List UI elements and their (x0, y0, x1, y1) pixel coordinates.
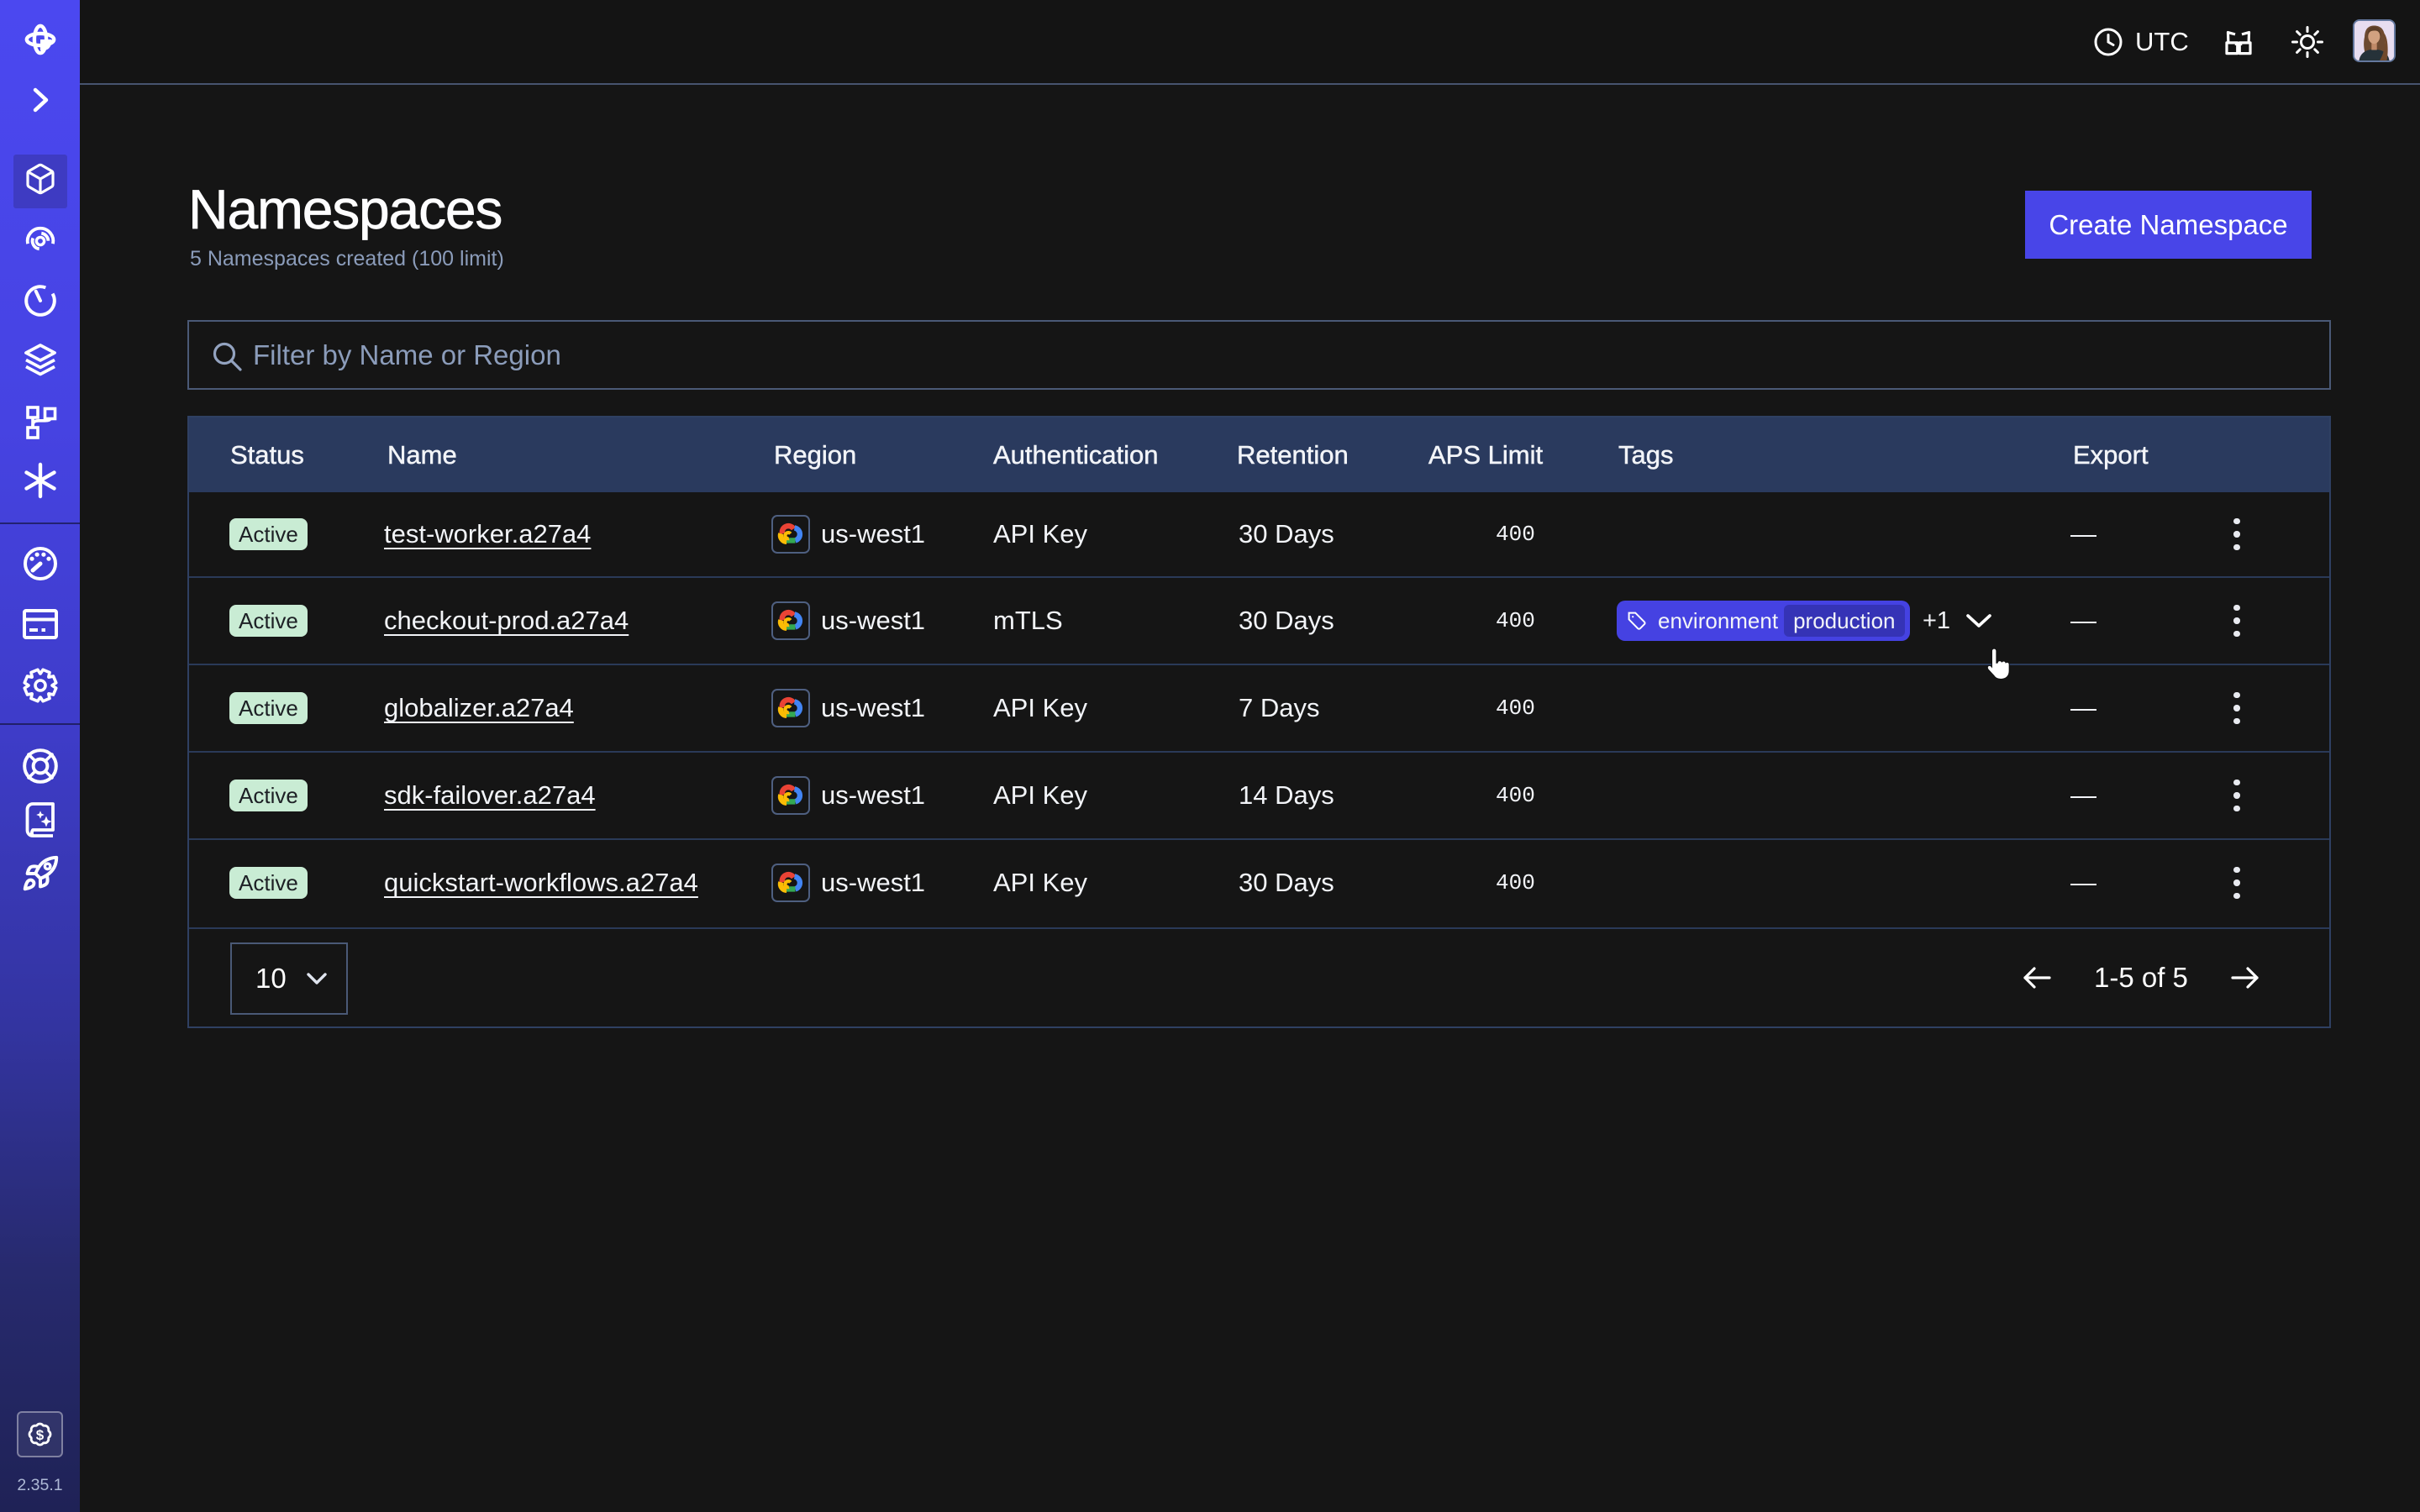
svg-text:$: $ (36, 1427, 45, 1443)
